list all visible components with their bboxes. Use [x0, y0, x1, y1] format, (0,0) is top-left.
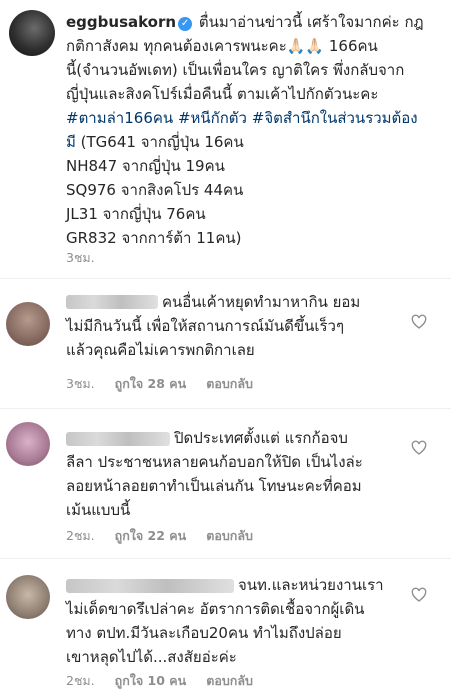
divider [0, 558, 451, 559]
verified-badge-icon: ✓ [178, 17, 193, 31]
comment-meta: 2ชม. ถูกใจ 22 คน ตอบกลับ [66, 526, 269, 546]
comment-meta: 3ชม. ถูกใจ 28 คน ตอบกลับ [66, 374, 269, 394]
comment: ปิดประเทศตั้งแต่ แรกก้อจบ ลีลา ประชาชนหล… [0, 418, 451, 548]
comment-text: ปิดประเทศตั้งแต่ แรกก้อจบ ลีลา ประชาชนหล… [66, 426, 406, 522]
comment-text: จนท.และหน่วยงานเรา ไม่เด็ดขาดรึเปล่าคะ อ… [66, 573, 406, 669]
hashtag-link[interactable]: #หนีกักตัว [178, 109, 247, 127]
comment-line: เม้นแบบนี้ [66, 501, 131, 519]
comment-line: แล้วคุณคือไม่เคารพกติกาเลย [66, 341, 255, 359]
flight-line: JL31 จากญี่ปุ่น 76คน [66, 205, 206, 223]
poster-username[interactable]: eggbusakorn [66, 13, 176, 31]
hashtag-link[interactable]: มี [66, 133, 76, 151]
heart-icon[interactable] [411, 587, 427, 603]
caption-line: นี้(จำนวนอัพเดท) เป็นเพื่อนใคร ญาติใคร พ… [66, 61, 405, 79]
comment-line: ทาง ตปท.มีวันละเกือบ20คน ทำไมถึงปล่อย [66, 624, 342, 642]
flight-line: SQ976 จากสิงคโปร 44คน [66, 181, 244, 199]
caption-line: ญี่ปุ่นและสิงคโปร์เมื่อคืนนี้ ตามเค้าไปก… [66, 85, 379, 103]
comment-line: ไม่มีกินวันนี้ เพื่อให้สถานการณ์มันดีขึ้… [66, 317, 345, 335]
reply-button[interactable]: ตอบกลับ [206, 673, 253, 688]
comment-line: เขาหลุดไปได้...สงสัยอ่ะค่ะ [66, 648, 237, 666]
comment-like-count[interactable]: ถูกใจ 22 คน [115, 528, 187, 543]
comment-time: 2ชม. [66, 673, 95, 688]
commenter-avatar[interactable] [6, 302, 50, 346]
comment-line: ลีลา ประชาชนหลายคนก้อบอกให้ปิด เป็นไงล่ะ [66, 453, 363, 471]
divider [0, 278, 451, 279]
flight-line: (TG641 จากญี่ปุ่น 16คน [80, 133, 244, 151]
heart-icon[interactable] [411, 314, 427, 330]
post-timestamp: 3ชม. [66, 250, 95, 265]
heart-icon[interactable] [411, 440, 427, 456]
comment-like-count[interactable]: ถูกใจ 28 คน [115, 376, 187, 391]
comment-time: 2ชม. [66, 528, 95, 543]
comment: จนท.และหน่วยงานเรา ไม่เด็ดขาดรึเปล่าคะ อ… [0, 565, 451, 696]
poster-avatar[interactable] [9, 10, 55, 56]
comment-meta: 2ชม. ถูกใจ 10 คน ตอบกลับ [66, 671, 269, 691]
comment-line: ลอยหน้าลอยตาทำเป็นเล่นกัน โทษนะคะที่คอม [66, 477, 362, 495]
comment: คนอื่นเค้าหยุดทำมาหากิน ยอม ไม่มีกินวันน… [0, 288, 451, 398]
hashtag-link[interactable]: #ตามล่า166คน [66, 109, 173, 127]
reply-button[interactable]: ตอบกลับ [206, 528, 253, 543]
divider [0, 408, 451, 409]
commenter-avatar[interactable] [6, 422, 50, 466]
caption-text: eggbusakorn ✓ ตื่นมาอ่านข่าวนี้ เศร้าใจมา… [66, 10, 444, 250]
caption-line: กติกาสังคม ทุกคนต้องเคารพนะคะ🙏🏻🙏🏻 166คน [66, 37, 378, 55]
comment-line: คนอื่นเค้าหยุดทำมาหากิน ยอม [162, 293, 361, 311]
post-caption: eggbusakorn ✓ ตื่นมาอ่านข่าวนี้ เศร้าใจมา… [0, 0, 451, 272]
caption-line: ตื่นมาอ่านข่าวนี้ เศร้าใจมากค่ะ กฎ [198, 13, 424, 31]
comment-like-count[interactable]: ถูกใจ 10 คน [115, 673, 187, 688]
commenter-avatar[interactable] [6, 575, 50, 619]
flight-line: NH847 จากญี่ปุ่น 19คน [66, 157, 225, 175]
comment-line: จนท.และหน่วยงานเรา [238, 576, 384, 594]
hashtag-link[interactable]: #จิตสำนึกในส่วนรวมต้อง [252, 109, 418, 127]
comment-time: 3ชม. [66, 376, 95, 391]
comment-line: ไม่เด็ดขาดรึเปล่าคะ อัตราการติดเชื้อจากผ… [66, 600, 365, 618]
comment-line: ปิดประเทศตั้งแต่ แรกก้อจบ [174, 429, 348, 447]
reply-button[interactable]: ตอบกลับ [206, 376, 253, 391]
comment-text: คนอื่นเค้าหยุดทำมาหากิน ยอม ไม่มีกินวันน… [66, 290, 406, 362]
flight-line: GR832 จากการ์ต้า 11คน) [66, 229, 242, 247]
